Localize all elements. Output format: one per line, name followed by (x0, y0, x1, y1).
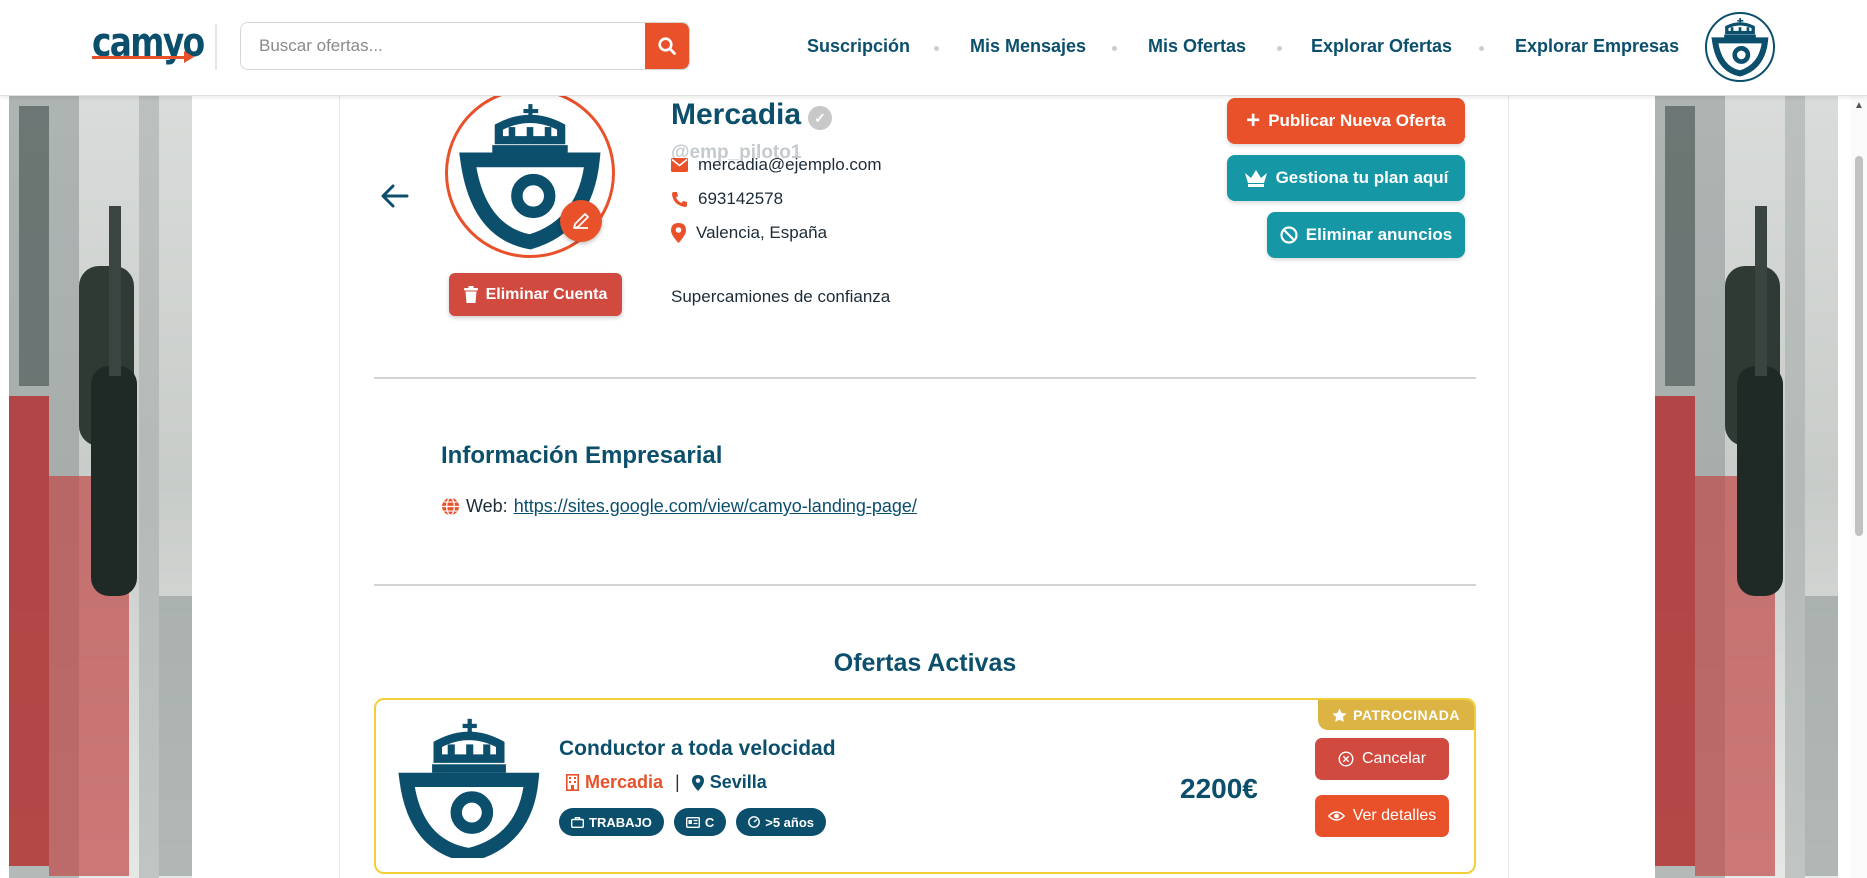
plus-icon: + (1246, 107, 1261, 134)
ban-icon (1280, 226, 1298, 244)
manage-plan-label: Gestiona tu plan aquí (1275, 168, 1449, 187)
meta-separator: | (675, 772, 680, 792)
header-divider (215, 24, 217, 70)
scrollbar-thumb[interactable] (1855, 156, 1863, 536)
company-profile-panel: Eliminar Cuenta Mercadia ✓ @emp_piloto1 … (339, 88, 1509, 878)
offer-card[interactable]: PATROCINADA Conductor a toda velocidad M… (374, 698, 1476, 874)
website-row: Web: https://sites.google.com/view/camyo… (441, 496, 917, 517)
trash-icon (463, 286, 478, 303)
circle-x-icon (1338, 751, 1354, 767)
nav-suscripcion[interactable]: Suscripción (807, 36, 910, 57)
search-input[interactable] (241, 23, 647, 69)
view-details-button[interactable]: Ver detalles (1315, 795, 1449, 837)
top-navbar: camyo Suscripción Mis Mensajes Mis Ofert… (0, 0, 1867, 96)
offer-salary: 2200€ (1180, 773, 1258, 804)
offer-tags: TRABAJO C >5 años (559, 808, 827, 836)
crown-icon (1244, 170, 1267, 187)
id-card-icon (685, 816, 700, 828)
nav-separator (934, 46, 939, 51)
nav-explorar-empresas[interactable]: Explorar Empresas (1515, 36, 1679, 57)
active-offers-title: Ofertas Activas (833, 649, 1017, 677)
star-icon (1332, 708, 1347, 722)
pencil-icon (573, 213, 589, 229)
view-details-label: Ver detalles (1352, 807, 1437, 824)
company-logo-icon (398, 718, 540, 863)
web-label: Web: (466, 496, 508, 516)
nav-separator (1277, 46, 1282, 51)
sponsored-label: PATROCINADA (1353, 707, 1460, 723)
delete-account-label: Eliminar Cuenta (485, 285, 608, 303)
location-pin-icon (671, 223, 686, 243)
offer-company-logo (398, 716, 540, 863)
phone-text: 693142578 (698, 189, 784, 208)
contact-location: Valencia, España (671, 223, 827, 243)
location-text: Valencia, España (696, 223, 828, 242)
nav-mis-ofertas[interactable]: Mis Ofertas (1148, 36, 1246, 57)
page-scrollbar[interactable]: ▲ (1851, 96, 1867, 878)
truck-photo (9, 96, 192, 878)
back-button[interactable] (380, 182, 410, 215)
envelope-icon (671, 158, 688, 172)
location-pin-icon (691, 774, 704, 791)
company-logo-icon (1711, 17, 1769, 77)
publish-offer-label: Publicar Nueva Oferta (1268, 111, 1446, 130)
scroll-up-icon[interactable]: ▲ (1854, 100, 1864, 111)
nav-explorar-ofertas[interactable]: Explorar Ofertas (1311, 36, 1452, 57)
contact-email: mercadia@ejemplo.com (671, 155, 882, 175)
remove-ads-button[interactable]: Eliminar anuncios (1267, 212, 1465, 258)
side-banner-right (1655, 96, 1838, 878)
arrow-left-icon (381, 184, 409, 208)
offer-title[interactable]: Conductor a toda velocidad (559, 737, 836, 761)
business-info-title: Información Empresarial (441, 442, 723, 469)
email-text: mercadia@ejemplo.com (698, 155, 882, 174)
search-bar (240, 22, 690, 70)
edit-picture-button[interactable] (560, 200, 602, 242)
nav-separator (1479, 46, 1484, 51)
building-icon (566, 774, 579, 791)
briefcase-icon (571, 816, 584, 828)
contact-phone: 693142578 (671, 189, 783, 209)
offer-meta: Mercadia | Sevilla (566, 772, 767, 793)
camyo-logo[interactable]: camyo (92, 18, 205, 78)
truck-photo (1655, 96, 1838, 878)
cancel-offer-button[interactable]: Cancelar (1315, 738, 1449, 780)
publish-offer-button[interactable]: + Publicar Nueva Oferta (1227, 98, 1465, 144)
globe-icon (442, 497, 459, 516)
eye-icon (1327, 811, 1345, 821)
search-icon (658, 37, 676, 55)
tag-job-type: TRABAJO (559, 808, 664, 836)
website-link[interactable]: https://sites.google.com/view/camyo-land… (514, 496, 917, 517)
cancel-label: Cancelar (1361, 750, 1427, 767)
offer-company[interactable]: Mercadia (585, 772, 663, 793)
manage-plan-button[interactable]: Gestiona tu plan aquí (1227, 155, 1465, 201)
verified-badge-icon: ✓ (808, 106, 832, 130)
offer-city: Sevilla (709, 772, 767, 792)
section-divider (374, 377, 1476, 379)
section-divider (374, 584, 1476, 586)
phone-icon (672, 191, 687, 207)
gauge-icon (748, 816, 761, 828)
user-avatar[interactable] (1705, 12, 1775, 82)
search-button[interactable] (645, 23, 689, 69)
sponsored-badge: PATROCINADA (1318, 700, 1474, 730)
company-name: Mercadia (671, 98, 802, 131)
remove-ads-label: Eliminar anuncios (1305, 225, 1453, 244)
delete-account-button[interactable]: Eliminar Cuenta (449, 273, 622, 316)
company-tagline: Supercamiones de confianza (671, 287, 891, 306)
side-banner-left (9, 96, 192, 878)
nav-mis-mensajes[interactable]: Mis Mensajes (970, 36, 1086, 57)
tag-experience: >5 años (736, 808, 827, 836)
nav-separator (1112, 46, 1117, 51)
tag-license: C (673, 808, 727, 836)
